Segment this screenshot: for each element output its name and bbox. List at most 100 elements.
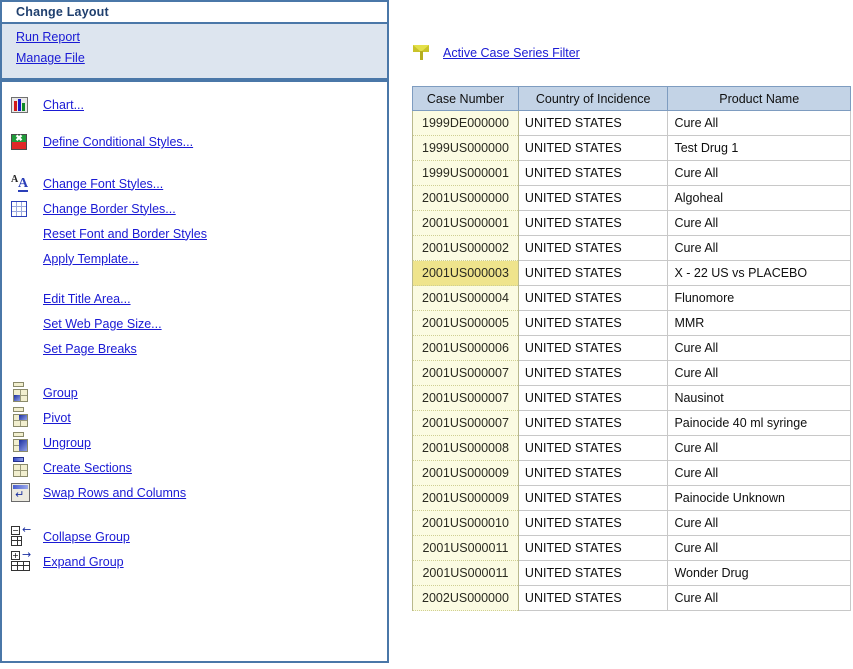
- sidebar-item-apply-template[interactable]: Apply Template...: [2, 246, 387, 271]
- sidebar-item-change-font-styles[interactable]: AA Change Font Styles...: [2, 171, 387, 196]
- cell-country-of-incidence[interactable]: UNITED STATES: [517, 535, 669, 561]
- cell-country-of-incidence[interactable]: UNITED STATES: [517, 410, 669, 436]
- cell-product-name[interactable]: Cure All: [667, 535, 851, 561]
- cell-case-number[interactable]: 2001US000008: [412, 435, 519, 461]
- cell-country-of-incidence[interactable]: UNITED STATES: [517, 235, 669, 261]
- cell-case-number[interactable]: 2001US000009: [412, 485, 519, 511]
- table-row[interactable]: 2001US000005 UNITED STATES MMR: [412, 310, 851, 336]
- cell-case-number[interactable]: 2001US000004: [412, 285, 519, 311]
- cell-product-name[interactable]: Algoheal: [667, 185, 851, 211]
- table-row[interactable]: 2001US000011 UNITED STATES Cure All: [412, 535, 851, 561]
- table-row[interactable]: 2001US000007 UNITED STATES Nausinot: [412, 385, 851, 411]
- table-row[interactable]: 2001US000009 UNITED STATES Cure All: [412, 460, 851, 486]
- cell-product-name[interactable]: Cure All: [667, 510, 851, 536]
- cell-product-name[interactable]: Nausinot: [667, 385, 851, 411]
- cell-product-name[interactable]: MMR: [667, 310, 851, 336]
- cell-product-name[interactable]: X - 22 US vs PLACEBO: [667, 260, 851, 286]
- cell-country-of-incidence[interactable]: UNITED STATES: [517, 160, 669, 186]
- cell-country-of-incidence[interactable]: UNITED STATES: [517, 260, 669, 286]
- sidebar-item-ungroup[interactable]: Ungroup: [2, 430, 387, 455]
- active-case-series-filter-row[interactable]: Active Case Series Filter: [412, 43, 580, 62]
- table-row[interactable]: 2001US000004 UNITED STATES Flunomore: [412, 285, 851, 311]
- sidebar-item-group[interactable]: Group: [2, 380, 387, 405]
- cell-product-name[interactable]: Cure All: [667, 110, 851, 136]
- cell-case-number[interactable]: 2001US000006: [412, 335, 519, 361]
- sidebar-item-chart[interactable]: Chart...: [2, 91, 387, 119]
- cell-case-number[interactable]: 2001US000011: [412, 560, 519, 586]
- sidebar-item-swap-rows-and-columns[interactable]: ↵ Swap Rows and Columns: [2, 480, 387, 505]
- sidebar-item-set-page-breaks[interactable]: Set Page Breaks: [2, 336, 387, 361]
- cell-product-name[interactable]: Cure All: [667, 360, 851, 386]
- cell-case-number[interactable]: 2001US000010: [412, 510, 519, 536]
- cell-case-number[interactable]: 2001US000005: [412, 310, 519, 336]
- cell-country-of-incidence[interactable]: UNITED STATES: [517, 335, 669, 361]
- sidebar-item-pivot[interactable]: Pivot: [2, 405, 387, 430]
- cell-case-number[interactable]: 2002US000000: [412, 585, 519, 611]
- table-row[interactable]: 2001US000002 UNITED STATES Cure All: [412, 235, 851, 261]
- cell-case-number[interactable]: 1999US000000: [412, 135, 519, 161]
- cell-country-of-incidence[interactable]: UNITED STATES: [517, 110, 669, 136]
- active-case-series-filter-link[interactable]: Active Case Series Filter: [443, 45, 580, 61]
- cell-country-of-incidence[interactable]: UNITED STATES: [517, 310, 669, 336]
- sidebar-item-change-border-styles[interactable]: Change Border Styles...: [2, 196, 387, 221]
- cell-case-number[interactable]: 1999DE000000: [412, 110, 519, 136]
- table-row[interactable]: 2001US000008 UNITED STATES Cure All: [412, 435, 851, 461]
- table-row[interactable]: 2001US000011 UNITED STATES Wonder Drug: [412, 560, 851, 586]
- sidebar-item-set-web-page-size[interactable]: Set Web Page Size...: [2, 311, 387, 336]
- cell-product-name[interactable]: Painocide Unknown: [667, 485, 851, 511]
- sidebar-item-edit-title-area[interactable]: Edit Title Area...: [2, 286, 387, 311]
- sidebar-item-manage-file[interactable]: Manage File: [16, 50, 387, 66]
- cell-country-of-incidence[interactable]: UNITED STATES: [517, 510, 669, 536]
- cell-country-of-incidence[interactable]: UNITED STATES: [517, 135, 669, 161]
- column-header-country-of-incidence[interactable]: Country of Incidence: [517, 86, 669, 111]
- table-row[interactable]: 1999US000000 UNITED STATES Test Drug 1: [412, 135, 851, 161]
- cell-product-name[interactable]: Cure All: [667, 160, 851, 186]
- table-row[interactable]: 1999DE000000 UNITED STATES Cure All: [412, 110, 851, 136]
- cell-case-number[interactable]: 2001US000007: [412, 360, 519, 386]
- cell-case-number[interactable]: 2001US000000: [412, 185, 519, 211]
- cell-country-of-incidence[interactable]: UNITED STATES: [517, 285, 669, 311]
- table-row[interactable]: 1999US000001 UNITED STATES Cure All: [412, 160, 851, 186]
- table-row[interactable]: 2001US000000 UNITED STATES Algoheal: [412, 185, 851, 211]
- cell-country-of-incidence[interactable]: UNITED STATES: [517, 460, 669, 486]
- sidebar-item-reset-font-and-border-styles[interactable]: Reset Font and Border Styles: [2, 221, 387, 246]
- cell-country-of-incidence[interactable]: UNITED STATES: [517, 210, 669, 236]
- column-header-product-name[interactable]: Product Name: [667, 86, 851, 111]
- cell-product-name[interactable]: Cure All: [667, 235, 851, 261]
- cell-country-of-incidence[interactable]: UNITED STATES: [517, 385, 669, 411]
- cell-case-number[interactable]: 2001US000002: [412, 235, 519, 261]
- cell-country-of-incidence[interactable]: UNITED STATES: [517, 435, 669, 461]
- cell-product-name[interactable]: Cure All: [667, 435, 851, 461]
- cell-country-of-incidence[interactable]: UNITED STATES: [517, 585, 669, 611]
- cell-product-name[interactable]: Cure All: [667, 210, 851, 236]
- column-header-case-number[interactable]: Case Number: [412, 86, 519, 111]
- cell-case-number[interactable]: 2001US000007: [412, 410, 519, 436]
- table-row[interactable]: 2001US000010 UNITED STATES Cure All: [412, 510, 851, 536]
- table-row[interactable]: 2001US000009 UNITED STATES Painocide Unkno…: [412, 485, 851, 511]
- table-row[interactable]: 2001US000007 UNITED STATES Painocide 40 ml…: [412, 410, 851, 436]
- table-row[interactable]: 2001US000006 UNITED STATES Cure All: [412, 335, 851, 361]
- cell-product-name[interactable]: Flunomore: [667, 285, 851, 311]
- cell-product-name[interactable]: Cure All: [667, 335, 851, 361]
- sidebar-item-define-conditional-styles[interactable]: ✖ Define Conditional Styles...: [2, 128, 387, 156]
- cell-country-of-incidence[interactable]: UNITED STATES: [517, 485, 669, 511]
- table-row[interactable]: 2001US000003 UNITED STATES X - 22 US vs PL…: [412, 260, 851, 286]
- cell-product-name[interactable]: Painocide 40 ml syringe: [667, 410, 851, 436]
- table-row[interactable]: 2001US000007 UNITED STATES Cure All: [412, 360, 851, 386]
- cell-case-number[interactable]: 2001US000003: [412, 260, 519, 286]
- cell-country-of-incidence[interactable]: UNITED STATES: [517, 185, 669, 211]
- cell-product-name[interactable]: Cure All: [667, 585, 851, 611]
- cell-case-number[interactable]: 2001US000011: [412, 535, 519, 561]
- cell-case-number[interactable]: 2001US000001: [412, 210, 519, 236]
- sidebar-item-collapse-group[interactable]: − ← Collapse Group: [2, 524, 387, 549]
- sidebar-item-expand-group[interactable]: + → Expand Group: [2, 549, 387, 574]
- sidebar-item-run-report[interactable]: Run Report: [16, 29, 387, 45]
- sidebar-item-create-sections[interactable]: Create Sections: [2, 455, 387, 480]
- cell-product-name[interactable]: Test Drug 1: [667, 135, 851, 161]
- cell-case-number[interactable]: 2001US000007: [412, 385, 519, 411]
- table-row[interactable]: 2002US000000 UNITED STATES Cure All: [412, 585, 851, 611]
- cell-country-of-incidence[interactable]: UNITED STATES: [517, 360, 669, 386]
- cell-case-number[interactable]: 2001US000009: [412, 460, 519, 486]
- cell-country-of-incidence[interactable]: UNITED STATES: [517, 560, 669, 586]
- table-row[interactable]: 2001US000001 UNITED STATES Cure All: [412, 210, 851, 236]
